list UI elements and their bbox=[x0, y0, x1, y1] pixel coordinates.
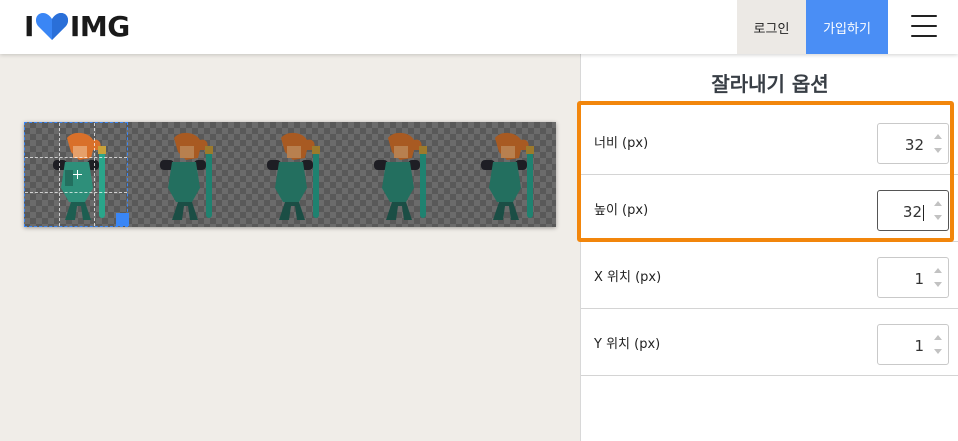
sprite-frame bbox=[267, 132, 320, 220]
height-value: 32 bbox=[902, 203, 922, 221]
hamburger-icon[interactable] bbox=[906, 13, 942, 39]
sprite-image[interactable] bbox=[24, 122, 556, 227]
crop-gridline bbox=[94, 123, 95, 226]
crop-gridline bbox=[59, 123, 60, 226]
height-input[interactable]: 32 bbox=[877, 190, 949, 231]
spin-down-icon[interactable] bbox=[934, 349, 942, 354]
x-position-label: X 위치 (px) bbox=[594, 270, 662, 285]
spin-down-icon[interactable] bbox=[934, 215, 942, 220]
x-position-row: X 위치 (px) 1 bbox=[581, 242, 958, 309]
logo-text-right: IMG bbox=[69, 9, 130, 43]
menu-line bbox=[911, 25, 937, 27]
crop-center-crosshair-icon bbox=[73, 170, 82, 179]
menu-line bbox=[911, 35, 937, 37]
width-label: 너비 (px) bbox=[594, 136, 649, 151]
crop-options-panel: 잘라내기 옵션 너비 (px) 32 높이 (px) 32 X 위치 (px) … bbox=[580, 54, 958, 441]
height-label: 높이 (px) bbox=[594, 203, 649, 218]
logo-text-left: I bbox=[24, 9, 34, 43]
heart-logo-icon bbox=[35, 13, 68, 40]
width-row: 너비 (px) 32 bbox=[581, 108, 958, 175]
crop-gridline bbox=[25, 192, 127, 193]
spin-up-icon[interactable] bbox=[934, 134, 942, 139]
spin-down-icon[interactable] bbox=[934, 148, 942, 153]
spin-up-icon[interactable] bbox=[934, 268, 942, 273]
panel-title: 잘라내기 옵션 bbox=[711, 72, 829, 96]
height-value-wrap: 32 bbox=[903, 203, 924, 221]
x-position-input[interactable]: 1 bbox=[877, 257, 949, 298]
spin-down-icon[interactable] bbox=[934, 282, 942, 287]
y-position-label: Y 위치 (px) bbox=[594, 337, 661, 352]
sprite-frame bbox=[374, 132, 427, 220]
width-input[interactable]: 32 bbox=[877, 123, 949, 164]
menu-line bbox=[911, 15, 937, 17]
crop-selection[interactable] bbox=[24, 122, 129, 227]
crop-resize-handle[interactable] bbox=[116, 213, 129, 226]
signup-button[interactable]: 가입하기 bbox=[806, 0, 888, 54]
editor-workspace bbox=[0, 54, 580, 441]
spin-up-icon[interactable] bbox=[934, 335, 942, 340]
text-caret bbox=[923, 204, 924, 221]
top-header: I IMG 로그인 가입하기 bbox=[0, 0, 958, 54]
sprite-frame bbox=[160, 132, 213, 220]
y-position-input[interactable]: 1 bbox=[877, 324, 949, 365]
y-position-value: 1 bbox=[914, 337, 924, 355]
y-position-row: Y 위치 (px) 1 bbox=[581, 309, 958, 376]
sprite-frame bbox=[481, 132, 534, 220]
spin-up-icon[interactable] bbox=[934, 201, 942, 206]
login-button[interactable]: 로그인 bbox=[737, 0, 806, 54]
crop-gridline bbox=[25, 157, 127, 158]
x-position-value: 1 bbox=[914, 270, 924, 288]
logo[interactable]: I IMG bbox=[24, 8, 130, 44]
height-row: 높이 (px) 32 bbox=[581, 175, 958, 242]
width-value: 32 bbox=[904, 136, 924, 154]
